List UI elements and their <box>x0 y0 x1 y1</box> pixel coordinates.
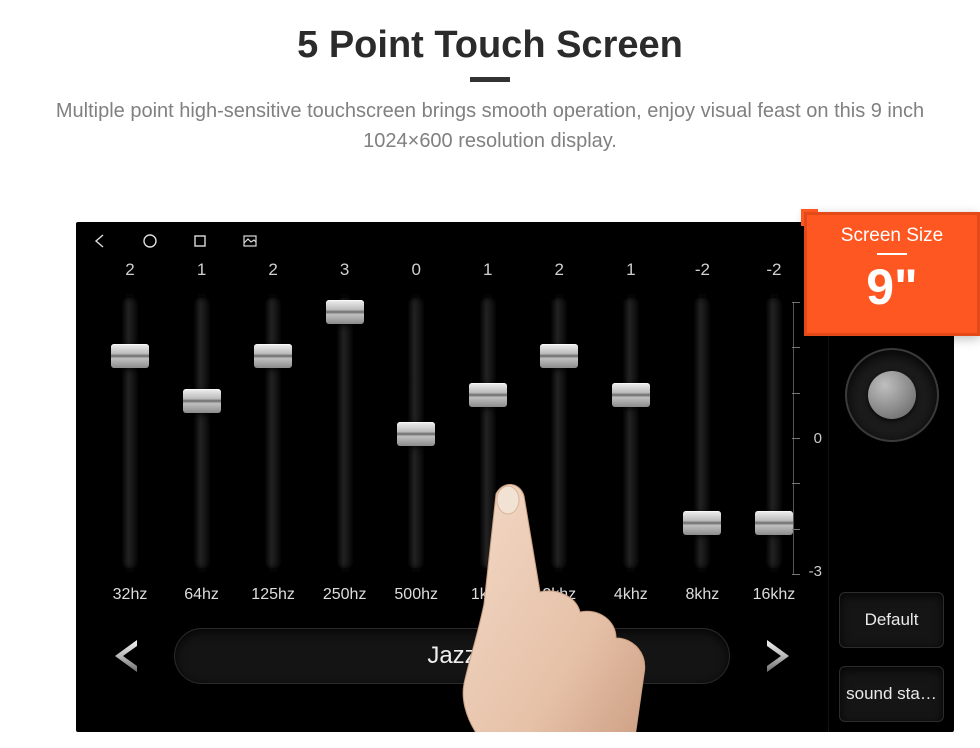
slider-thumb[interactable] <box>612 383 650 407</box>
slider-value: 2 <box>555 260 564 288</box>
slider-track[interactable] <box>685 294 719 572</box>
eq-slider-125hz[interactable]: 2 125hz <box>245 260 301 604</box>
slider-track[interactable] <box>399 294 433 572</box>
slider-thumb[interactable] <box>254 344 292 368</box>
eq-slider-64hz[interactable]: 1 64hz <box>174 260 230 604</box>
dial-knob <box>868 371 916 419</box>
balance-dial[interactable] <box>845 348 939 442</box>
slider-value: 2 <box>125 260 134 288</box>
slider-freq-label: 4khz <box>614 586 648 604</box>
eq-slider-250hz[interactable]: 3 250hz <box>317 260 373 604</box>
slider-track[interactable] <box>256 294 290 572</box>
eq-scale: 3 0 -3 <box>788 302 822 574</box>
slider-thumb[interactable] <box>183 389 221 413</box>
preset-prev-button[interactable] <box>104 633 150 679</box>
slider-value: 0 <box>411 260 420 288</box>
slider-track[interactable] <box>757 294 791 572</box>
slider-thumb[interactable] <box>397 422 435 446</box>
scale-mid: 0 <box>814 430 822 447</box>
slider-track[interactable] <box>542 294 576 572</box>
slider-track[interactable] <box>185 294 219 572</box>
preset-name[interactable]: Jazz <box>174 628 730 684</box>
slider-value: 2 <box>268 260 277 288</box>
slider-track[interactable] <box>614 294 648 572</box>
eq-slider-32hz[interactable]: 2 32hz <box>102 260 158 604</box>
recent-icon[interactable] <box>192 233 208 249</box>
slider-freq-label: 32hz <box>113 586 148 604</box>
slider-thumb[interactable] <box>683 511 721 535</box>
slider-thumb[interactable] <box>111 344 149 368</box>
badge-label: Screen Size <box>821 225 963 247</box>
slider-value: 3 <box>340 260 349 288</box>
scale-min: -3 <box>809 563 822 580</box>
eq-slider-500hz[interactable]: 0 500hz <box>388 260 444 604</box>
slider-thumb[interactable] <box>469 383 507 407</box>
default-button[interactable]: Default <box>839 592 944 648</box>
slider-freq-label: 500hz <box>394 586 438 604</box>
slider-track[interactable] <box>328 294 362 572</box>
gallery-icon[interactable] <box>242 233 258 249</box>
page-title: 5 Point Touch Screen <box>0 24 980 67</box>
slider-freq-label: 250hz <box>323 586 367 604</box>
slider-value: 1 <box>483 260 492 288</box>
eq-slider-4khz[interactable]: 1 4khz <box>603 260 659 604</box>
slider-freq-label: 8khz <box>685 586 719 604</box>
preset-next-button[interactable] <box>754 633 800 679</box>
slider-freq-label: 125hz <box>251 586 295 604</box>
slider-value: -2 <box>695 260 710 288</box>
slider-thumb[interactable] <box>540 344 578 368</box>
slider-value: 1 <box>197 260 206 288</box>
screen-size-badge: Screen Size 9" <box>804 212 980 336</box>
slider-track[interactable] <box>113 294 147 572</box>
sound-stage-button[interactable]: sound sta… <box>839 666 944 722</box>
page-subtitle: Multiple point high-sensitive touchscree… <box>0 96 980 156</box>
eq-slider-1khz[interactable]: 1 1khz <box>460 260 516 604</box>
slider-freq-label: 64hz <box>184 586 219 604</box>
slider-freq-label: 2khz <box>542 586 576 604</box>
slider-value: 1 <box>626 260 635 288</box>
slider-freq-label: 1khz <box>471 586 505 604</box>
badge-value: 9" <box>821 257 963 317</box>
eq-slider-8khz[interactable]: -2 8khz <box>674 260 730 604</box>
slider-track[interactable] <box>471 294 505 572</box>
eq-slider-2khz[interactable]: 2 2khz <box>531 260 587 604</box>
back-icon[interactable] <box>92 233 108 249</box>
equalizer-panel: 2 32hz 1 64hz 2 125hz 3 250hz 0 500hz 1 1khz 2 2khz 1 4… <box>76 260 828 732</box>
home-icon[interactable] <box>142 233 158 249</box>
slider-freq-label: 16khz <box>753 586 796 604</box>
slider-value: -2 <box>766 260 781 288</box>
slider-thumb[interactable] <box>326 300 364 324</box>
badge-underline <box>877 253 907 255</box>
title-underline <box>470 77 510 82</box>
